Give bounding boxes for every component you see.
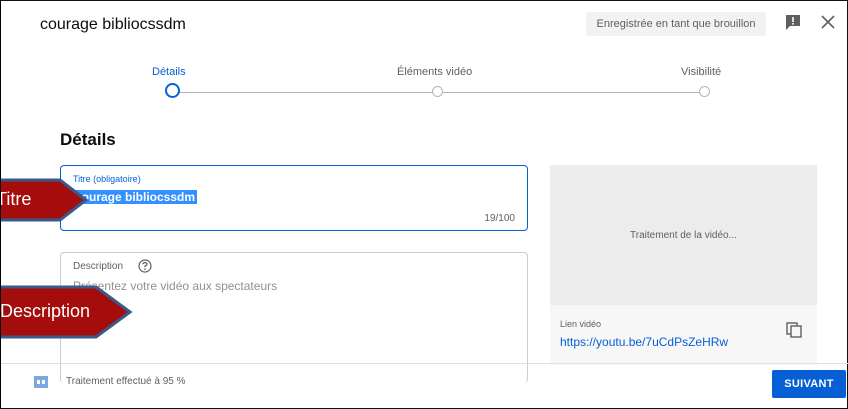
copy-icon[interactable] bbox=[785, 321, 803, 339]
step-visibility[interactable]: Visibilité bbox=[681, 66, 721, 78]
processing-icon bbox=[34, 376, 48, 388]
video-preview: Traitement de la vidéo... bbox=[550, 165, 817, 305]
feedback-icon[interactable] bbox=[784, 13, 802, 31]
title-field[interactable]: Titre (obligatoire) courage bibliocssdm … bbox=[60, 165, 528, 231]
step-video-elements[interactable]: Éléments vidéo bbox=[397, 66, 472, 78]
description-field-label: Description bbox=[73, 261, 124, 272]
video-link[interactable]: https://youtu.be/7uCdPsZeHRw bbox=[560, 335, 728, 349]
video-link-label: Lien vidéo bbox=[560, 319, 602, 329]
next-button[interactable]: SUIVANT bbox=[772, 370, 846, 398]
help-icon[interactable] bbox=[138, 259, 152, 273]
title-input[interactable]: courage bibliocssdm bbox=[73, 190, 198, 204]
callout-description-label: Description bbox=[0, 301, 91, 321]
section-heading: Détails bbox=[60, 130, 116, 149]
step-details[interactable]: Détails bbox=[152, 66, 186, 78]
left-edge bbox=[0, 0, 1, 409]
step-video-elements-dot[interactable] bbox=[432, 86, 443, 97]
close-icon[interactable] bbox=[818, 12, 838, 32]
processing-progress-text: Traitement effectué à 95 % bbox=[66, 376, 186, 387]
footer-divider bbox=[0, 363, 848, 364]
processing-status: Traitement de la vidéo... bbox=[630, 230, 737, 241]
draft-status-badge: Enregistrée en tant que brouillon bbox=[586, 12, 766, 36]
title-char-counter: 19/100 bbox=[484, 213, 515, 224]
video-link-panel: Lien vidéo https://youtu.be/7uCdPsZeHRw bbox=[550, 305, 817, 365]
step-details-dot[interactable] bbox=[165, 83, 180, 98]
step-visibility-dot[interactable] bbox=[699, 86, 710, 97]
callout-titre-label: Titre bbox=[0, 189, 32, 209]
video-title-header: courage bibliocssdm bbox=[40, 16, 186, 33]
